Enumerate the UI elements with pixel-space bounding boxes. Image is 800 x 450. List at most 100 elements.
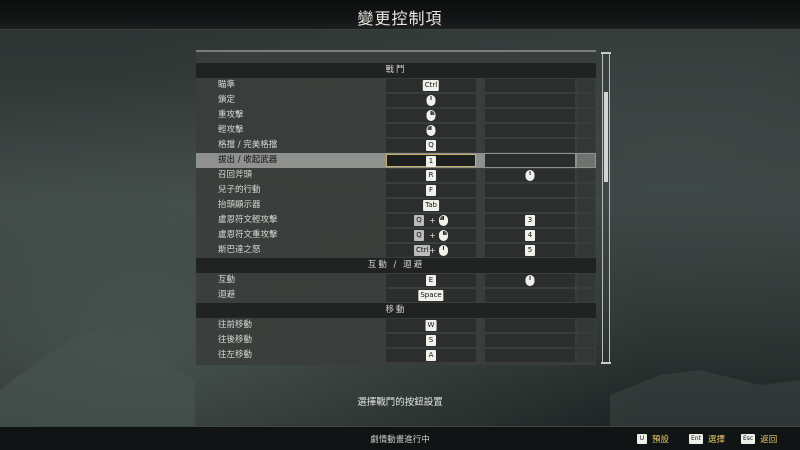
binding-row[interactable]: 往左移動 A <box>196 348 596 363</box>
key-glyph-icon: Q <box>426 140 436 151</box>
primary-binding-slot[interactable]: S <box>386 334 476 347</box>
primary-binding-slot[interactable]: Q <box>386 139 476 152</box>
primary-binding-slot[interactable] <box>386 124 476 137</box>
secondary-binding-slot[interactable] <box>485 349 575 362</box>
binding-row[interactable]: 抬頭顯示器 Tab <box>196 198 596 213</box>
key-glyph-icon: R <box>426 170 436 181</box>
key-glyph-icon: E <box>426 275 436 286</box>
key-combo: Q + <box>386 214 476 227</box>
binding-label: 瞄準 <box>218 80 236 90</box>
page-title: 變更控制項 <box>357 9 443 28</box>
row-edge <box>577 154 595 167</box>
section-header: 戰鬥 <box>196 63 596 78</box>
binding-row[interactable]: 迴避 Space <box>196 288 596 303</box>
mouse-button-icon <box>426 125 436 136</box>
row-edge <box>577 184 595 197</box>
key-glyph-icon: Q <box>414 215 424 226</box>
mouse-button-icon <box>525 275 535 286</box>
binding-row[interactable]: 拔出 / 收起武器 1 <box>196 153 596 168</box>
primary-binding-slot[interactable]: F <box>386 184 476 197</box>
prompt-back[interactable]: Esc 返回 <box>741 433 777 445</box>
binding-label: 互動 <box>218 275 236 285</box>
primary-binding-slot[interactable]: 1 <box>386 154 476 167</box>
binding-row[interactable]: 盧恩符文重攻擊 Q + 4 <box>196 228 596 243</box>
primary-binding-slot[interactable]: Ctrl + <box>386 244 476 257</box>
binding-row[interactable]: 瞄準 Ctrl <box>196 78 596 93</box>
secondary-binding-slot[interactable]: 5 <box>485 244 575 257</box>
top-bar: 變更控制項 <box>0 0 800 30</box>
binding-label: 輕攻擊 <box>218 125 244 135</box>
scrollbar[interactable] <box>601 52 611 364</box>
secondary-binding-slot[interactable] <box>485 124 575 137</box>
mouse-button-icon <box>439 215 448 226</box>
secondary-binding-slot[interactable] <box>485 184 575 197</box>
secondary-binding-slot[interactable] <box>485 154 575 167</box>
primary-binding-slot[interactable]: Q + <box>386 229 476 242</box>
primary-binding-slot[interactable]: A <box>386 349 476 362</box>
primary-binding-slot[interactable]: W <box>386 319 476 332</box>
key-glyph-icon: Space <box>418 290 444 301</box>
binding-row[interactable]: 往前移動 W <box>196 318 596 333</box>
binding-label: 盧恩符文重攻擊 <box>218 230 278 240</box>
binding-label: 抬頭顯示器 <box>218 200 261 210</box>
prompt-select[interactable]: Ent 選擇 <box>689 433 725 445</box>
secondary-binding-slot[interactable] <box>485 79 575 92</box>
mouse-button-icon <box>439 245 448 256</box>
binding-label: 斯巴達之怒 <box>218 245 261 255</box>
secondary-binding-slot[interactable]: 3 <box>485 214 575 227</box>
secondary-binding-slot[interactable] <box>485 289 575 302</box>
row-edge <box>577 229 595 242</box>
secondary-binding-slot[interactable]: 4 <box>485 229 575 242</box>
binding-row[interactable]: 互動 E <box>196 273 596 288</box>
primary-binding-slot[interactable]: Space <box>386 289 476 302</box>
key-glyph-icon: Tab <box>423 200 439 211</box>
binding-row[interactable]: 鎖定 <box>196 93 596 108</box>
secondary-binding-slot[interactable] <box>485 169 575 182</box>
prompt-default[interactable]: U 預設 <box>637 433 669 445</box>
u-key-icon: U <box>637 434 647 444</box>
scrollbar-thumb[interactable] <box>604 92 608 182</box>
primary-binding-slot[interactable]: R <box>386 169 476 182</box>
primary-binding-slot[interactable]: Ctrl <box>386 79 476 92</box>
binding-row[interactable]: 盧恩符文輕攻擊 Q +3 <box>196 213 596 228</box>
key-glyph-icon: Ctrl <box>422 80 440 91</box>
bottom-bar: 劇情動畫進行中 U 預設 Ent 選擇 Esc 返回 <box>0 426 800 450</box>
secondary-binding-slot[interactable] <box>485 139 575 152</box>
section-header: 互動 / 迴避 <box>196 258 596 273</box>
key-glyph-icon: W <box>425 320 437 331</box>
secondary-binding-slot[interactable] <box>485 199 575 212</box>
secondary-binding-slot[interactable] <box>485 319 575 332</box>
secondary-binding-slot[interactable] <box>485 334 575 347</box>
primary-binding-slot[interactable] <box>386 109 476 122</box>
prompt-label: 預設 <box>652 435 670 445</box>
binding-row[interactable]: 兒子的行動 F <box>196 183 596 198</box>
key-glyph-icon: A <box>426 350 436 361</box>
primary-binding-slot[interactable]: E <box>386 274 476 287</box>
primary-binding-slot[interactable] <box>386 94 476 107</box>
binding-label: 格擋 / 完美格擋 <box>218 140 278 150</box>
secondary-binding-slot[interactable] <box>485 94 575 107</box>
row-edge <box>577 319 595 332</box>
binding-row[interactable]: 往後移動 S <box>196 333 596 348</box>
binding-row[interactable]: 重攻擊 <box>196 108 596 123</box>
secondary-binding-slot[interactable] <box>485 109 575 122</box>
binding-label: 往左移動 <box>218 350 253 360</box>
binding-row[interactable]: 格擋 / 完美格擋 Q <box>196 138 596 153</box>
binding-row[interactable]: 召回斧頭 R <box>196 168 596 183</box>
row-edge <box>577 349 595 362</box>
primary-binding-slot[interactable]: Q + <box>386 214 476 227</box>
key-glyph-icon: Q <box>414 230 424 241</box>
row-edge <box>577 94 595 107</box>
binding-label: 往前移動 <box>218 320 253 330</box>
key-combo: Q + <box>386 229 476 242</box>
key-glyph-icon: 4 <box>525 230 535 241</box>
row-edge <box>577 199 595 212</box>
key-glyph-icon: S <box>426 335 436 346</box>
secondary-binding-slot[interactable] <box>485 274 575 287</box>
binding-row[interactable]: 斯巴達之怒 Ctrl + 5 <box>196 243 596 258</box>
binding-row[interactable]: 輕攻擊 <box>196 123 596 138</box>
primary-binding-slot[interactable]: Tab <box>386 199 476 212</box>
key-glyph-icon: F <box>426 185 436 196</box>
row-edge <box>577 124 595 137</box>
binding-label: 往後移動 <box>218 335 253 345</box>
